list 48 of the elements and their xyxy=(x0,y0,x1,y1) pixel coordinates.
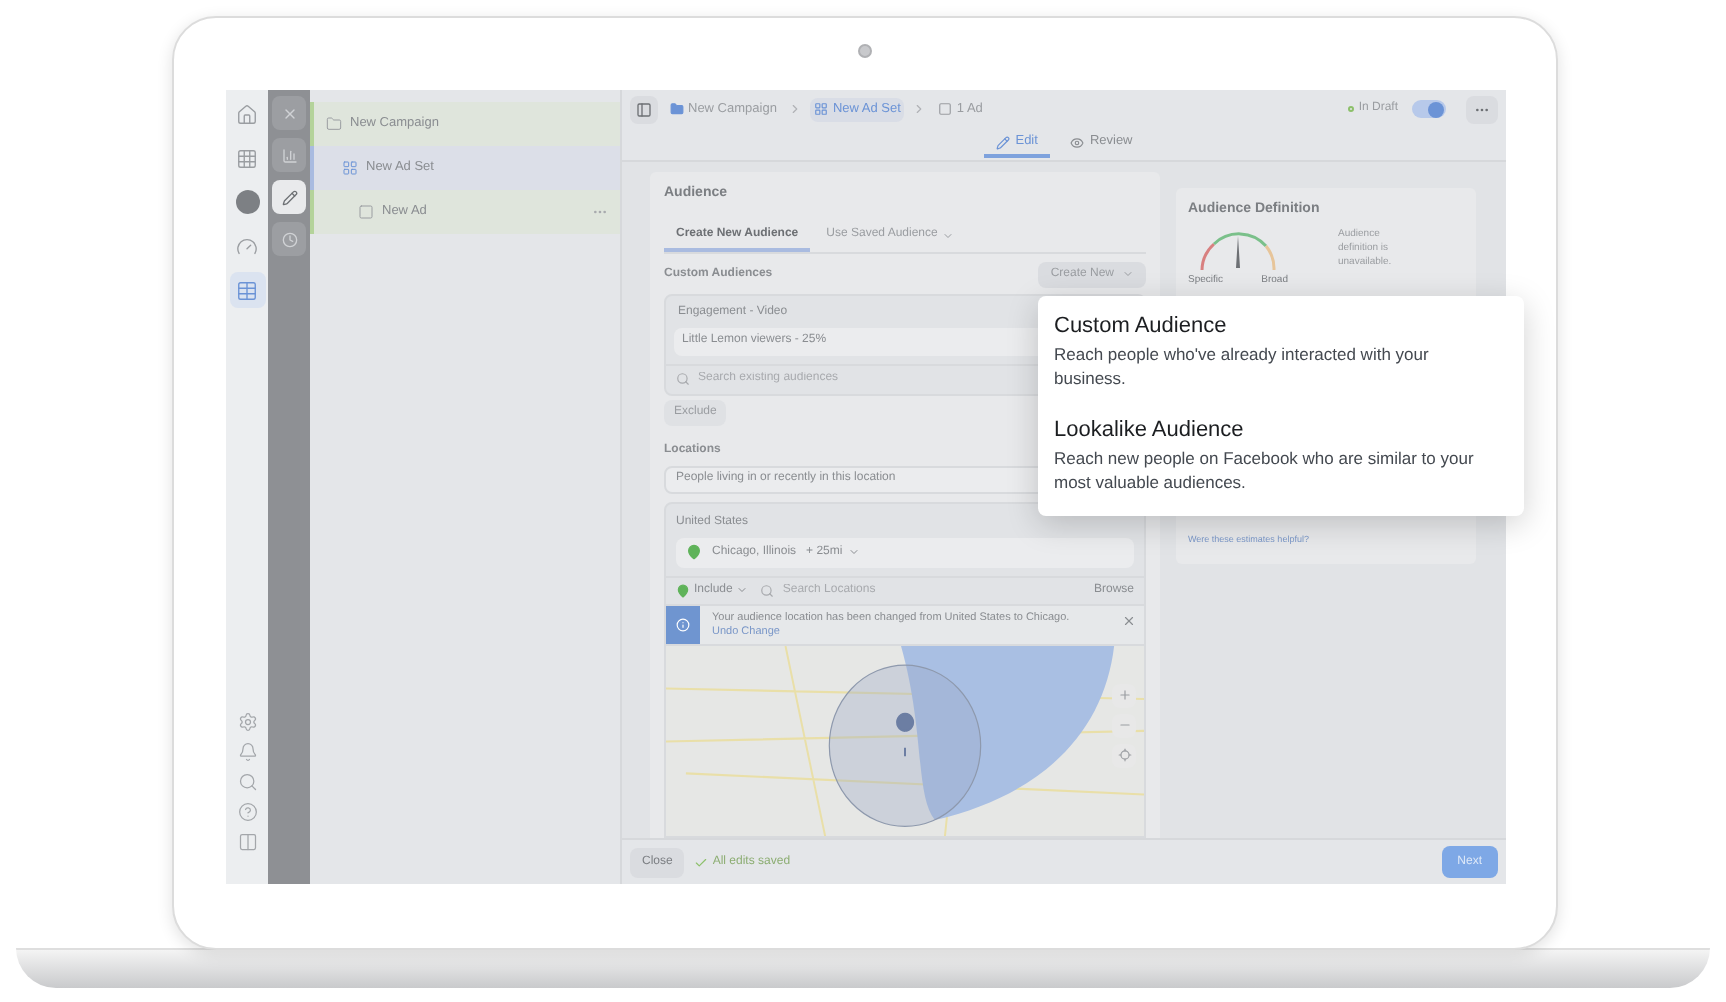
home-icon xyxy=(236,103,258,125)
close-icon xyxy=(281,105,297,121)
eye-icon xyxy=(1069,135,1084,149)
caret-icon xyxy=(941,229,954,241)
ad-icon xyxy=(358,204,374,220)
minus-icon xyxy=(1117,718,1131,732)
search-icon[interactable] xyxy=(237,772,257,792)
grid-icon xyxy=(342,160,358,176)
camera-icon xyxy=(858,44,872,58)
caret-icon xyxy=(736,584,749,596)
search-icon xyxy=(760,583,775,597)
check-icon xyxy=(694,855,709,869)
help-icon[interactable] xyxy=(237,802,257,822)
close-button[interactable] xyxy=(272,96,306,130)
bell-icon[interactable] xyxy=(237,742,257,762)
caret-icon xyxy=(848,546,861,558)
clock-icon xyxy=(281,231,297,247)
sidebar-icon xyxy=(636,101,652,117)
table-icon xyxy=(236,279,258,301)
pencil-icon xyxy=(281,189,297,205)
bar-chart-icon xyxy=(281,147,297,163)
ad-icon xyxy=(938,102,953,116)
panel-toggle-button[interactable] xyxy=(630,95,658,123)
caret-icon xyxy=(1122,268,1134,280)
chevron-icon xyxy=(912,102,927,116)
locate-icon xyxy=(1117,748,1131,762)
gauge-icon xyxy=(236,235,258,257)
pin-icon xyxy=(676,583,690,597)
chevron-icon xyxy=(788,102,803,116)
pencil-icon xyxy=(995,135,1010,149)
settings-icon[interactable] xyxy=(237,712,257,732)
panel-icon[interactable] xyxy=(237,832,257,852)
more-button[interactable] xyxy=(1466,95,1498,123)
close-icon[interactable] xyxy=(1122,613,1136,627)
account-avatar[interactable] xyxy=(235,190,259,214)
plus-icon xyxy=(1117,688,1131,702)
folder-icon xyxy=(326,116,342,132)
clock-button[interactable] xyxy=(272,222,306,256)
apps-grid-icon xyxy=(236,147,258,169)
folder-icon xyxy=(670,102,684,116)
search-icon xyxy=(676,372,690,386)
info-icon xyxy=(676,617,690,631)
table-tab[interactable] xyxy=(229,272,265,308)
pencil-button[interactable] xyxy=(272,180,306,214)
status-toggle[interactable] xyxy=(1412,100,1446,118)
grid-icon xyxy=(814,102,829,116)
bar-chart-button[interactable] xyxy=(272,138,306,172)
pin-icon xyxy=(686,544,702,560)
